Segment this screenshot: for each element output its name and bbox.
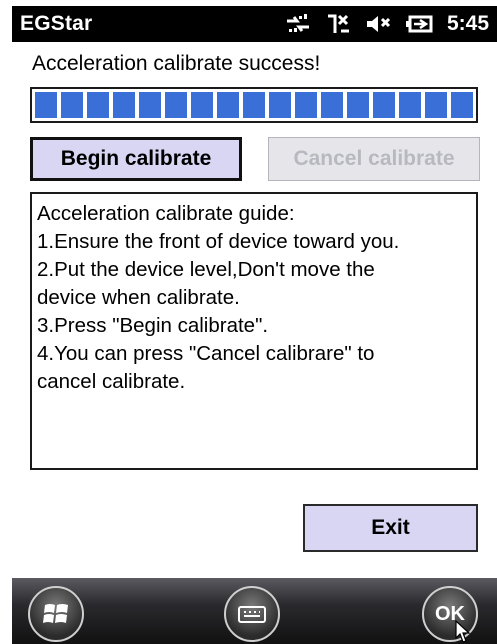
begin-calibrate-button[interactable]: Begin calibrate xyxy=(30,137,242,181)
signal-off-icon[interactable] xyxy=(325,13,351,35)
progress-segment xyxy=(165,92,187,118)
status-icons: 5:45 xyxy=(285,12,489,36)
status-message: Acceleration calibrate success! xyxy=(32,52,321,75)
status-bar: EGStar 5:45 xyxy=(12,6,497,42)
volume-muted-icon[interactable] xyxy=(365,13,391,35)
guide-line: 2.Put the device level,Don't move the xyxy=(37,258,375,281)
mouse-cursor-icon xyxy=(455,620,471,643)
calibration-progress-bar xyxy=(30,87,478,123)
progress-segment xyxy=(113,92,135,118)
progress-segment xyxy=(243,92,265,118)
guide-line: 1.Ensure the front of device toward you. xyxy=(37,230,400,253)
taskbar: OK xyxy=(12,578,497,644)
keyboard-icon xyxy=(238,606,266,623)
guide-line: Acceleration calibrate guide: xyxy=(37,202,295,225)
app-title: EGStar xyxy=(20,12,93,35)
progress-segment xyxy=(139,92,161,118)
cancel-calibrate-button: Cancel calibrate xyxy=(268,137,480,181)
calibration-guide-text: Acceleration calibrate guide: 1.Ensure th… xyxy=(30,192,478,470)
windows-start-icon xyxy=(43,604,68,623)
connectivity-icon[interactable] xyxy=(285,13,311,35)
progress-segment xyxy=(269,92,291,118)
progress-segment xyxy=(321,92,343,118)
calibration-dialog: Acceleration calibrate success! Begin ca… xyxy=(12,42,497,578)
progress-segment xyxy=(87,92,109,118)
progress-segment xyxy=(35,92,57,118)
exit-button[interactable]: Exit xyxy=(303,504,478,552)
progress-segment xyxy=(399,92,421,118)
battery-charging-icon[interactable] xyxy=(405,13,433,35)
progress-segment xyxy=(61,92,83,118)
progress-segment xyxy=(373,92,395,118)
guide-line: device when calibrate. xyxy=(37,286,240,309)
start-button[interactable] xyxy=(28,586,84,642)
progress-segment xyxy=(217,92,239,118)
progress-segment xyxy=(295,92,317,118)
progress-segment xyxy=(347,92,369,118)
progress-segment xyxy=(451,92,473,118)
progress-segment xyxy=(191,92,213,118)
guide-line: 3.Press "Begin calibrate". xyxy=(37,314,269,337)
keyboard-button[interactable] xyxy=(224,586,280,642)
clock[interactable]: 5:45 xyxy=(447,12,489,36)
guide-line: 4.You can press "Cancel calibrare" to xyxy=(37,342,375,365)
guide-line: cancel calibrate. xyxy=(37,370,186,393)
progress-segment xyxy=(425,92,447,118)
